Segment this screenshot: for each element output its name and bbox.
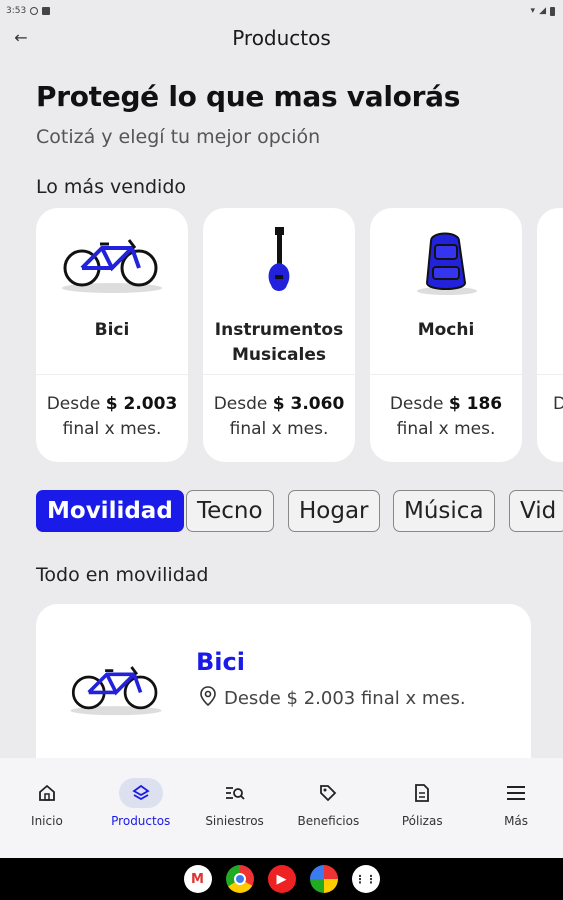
tab-movilidad[interactable]: Movilidad [36,490,184,532]
back-button[interactable]: ← [10,26,32,48]
notification-icon [30,7,39,15]
product-card-price: D [553,394,563,414]
chrome-icon[interactable] [225,865,254,893]
mobility-item-bici[interactable]: Bici Desde $ 2.003 final x mes. [36,604,531,764]
product-card-instrumentos[interactable]: Instrumentos Musicales Desde $ 3.060 fin… [203,208,355,462]
product-card-name: Instrumentos Musicales [214,320,344,365]
product-card-price: Desde $ 186 final x mes. [389,394,503,439]
bike-icon [36,222,188,302]
mobility-item-price: Desde $ 2.003 final x mes. [200,686,466,711]
divider [370,374,522,375]
product-card-name: Bici [94,320,130,340]
mobility-title: Todo en movilidad [36,564,209,586]
nav-item-siniestros[interactable]: Siniestros [188,758,282,858]
app-drawer-icon[interactable]: ⋮⋮ [351,865,380,893]
bike-icon [66,656,166,722]
layers-icon [118,778,163,808]
wifi-icon: ▾ [530,6,536,16]
back-arrow-icon: ← [14,27,28,47]
tab-musica[interactable]: Música [393,490,495,532]
nav-item-beneficios[interactable]: Beneficios [281,758,375,858]
system-dock: M ▶ ⋮⋮ [0,858,563,900]
nav-item-mas[interactable]: Más [469,758,563,858]
product-card-price: Desde $ 3.060 final x mes. [213,394,345,439]
product-card-name: Mochi [417,320,475,340]
tab-hogar[interactable]: Hogar [288,490,380,532]
nav-item-polizas[interactable]: Pólizas [375,758,469,858]
product-card-bici[interactable]: Bici Desde $ 2.003 final x mes. [36,208,188,462]
hero-title: Protegé lo que mas valorás [36,80,461,113]
tab-tecno[interactable]: Tecno [186,490,274,532]
battery-icon [550,6,555,16]
signal-icon: ◢ [539,6,546,16]
status-bar: 3:53 ▾ ◢ [0,0,563,18]
product-card-partial[interactable]: D [537,208,563,462]
app-bar: ← Productos [0,18,563,58]
bestsellers-carousel[interactable]: Bici Desde $ 2.003 final x mes. Instrume… [36,208,563,464]
divider [537,374,563,375]
search-list-icon [213,778,257,808]
product-card-price: Desde $ 2.003 final x mes. [46,394,178,439]
hero-subtitle: Cotizá y elegí tu mejor opción [36,126,321,148]
sim-icon [42,7,51,15]
divider [203,374,355,375]
guitar-icon [203,222,355,302]
gmail-icon[interactable]: M [183,865,212,893]
document-icon [400,778,444,808]
youtube-icon[interactable]: ▶ [267,865,296,893]
tab-vid[interactable]: Vid [509,490,563,532]
status-time: 3:53 [6,6,27,16]
category-tabs[interactable]: Movilidad Tecno Hogar Música Vid [36,490,563,534]
nav-item-productos[interactable]: Productos [94,758,188,858]
tag-icon [306,778,350,808]
backpack-icon [370,222,522,302]
divider [36,374,188,375]
product-card-mochi[interactable]: Mochi Desde $ 186 final x mes. [370,208,522,462]
bottom-nav: Inicio Productos Siniestros Beneficios P… [0,758,563,858]
bestsellers-title: Lo más vendido [36,176,187,198]
location-pin-icon [200,686,216,711]
photos-icon[interactable] [309,865,338,893]
nav-item-inicio[interactable]: Inicio [0,758,94,858]
menu-icon [494,778,538,808]
page-title: Productos [232,26,331,50]
home-icon [25,778,69,808]
mobility-item-name: Bici [196,648,245,676]
